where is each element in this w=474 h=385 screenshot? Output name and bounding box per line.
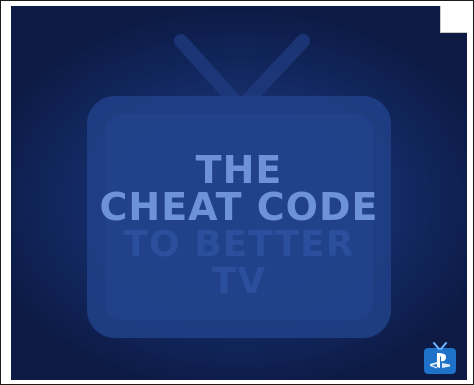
headline-line-3: TO BETTER (123, 224, 355, 265)
headline-line-4: TV (211, 261, 267, 302)
playstation-vue-logo-icon[interactable] (424, 342, 456, 374)
ad-frame: THE CHEAT CODE TO BETTER TV (0, 0, 474, 385)
headline-line-2: CHEAT CODE (99, 185, 379, 229)
close-box-icon[interactable] (440, 6, 467, 33)
headline-line-1: THE (195, 148, 283, 192)
advertisement-banner[interactable]: THE CHEAT CODE TO BETTER TV (11, 6, 467, 380)
